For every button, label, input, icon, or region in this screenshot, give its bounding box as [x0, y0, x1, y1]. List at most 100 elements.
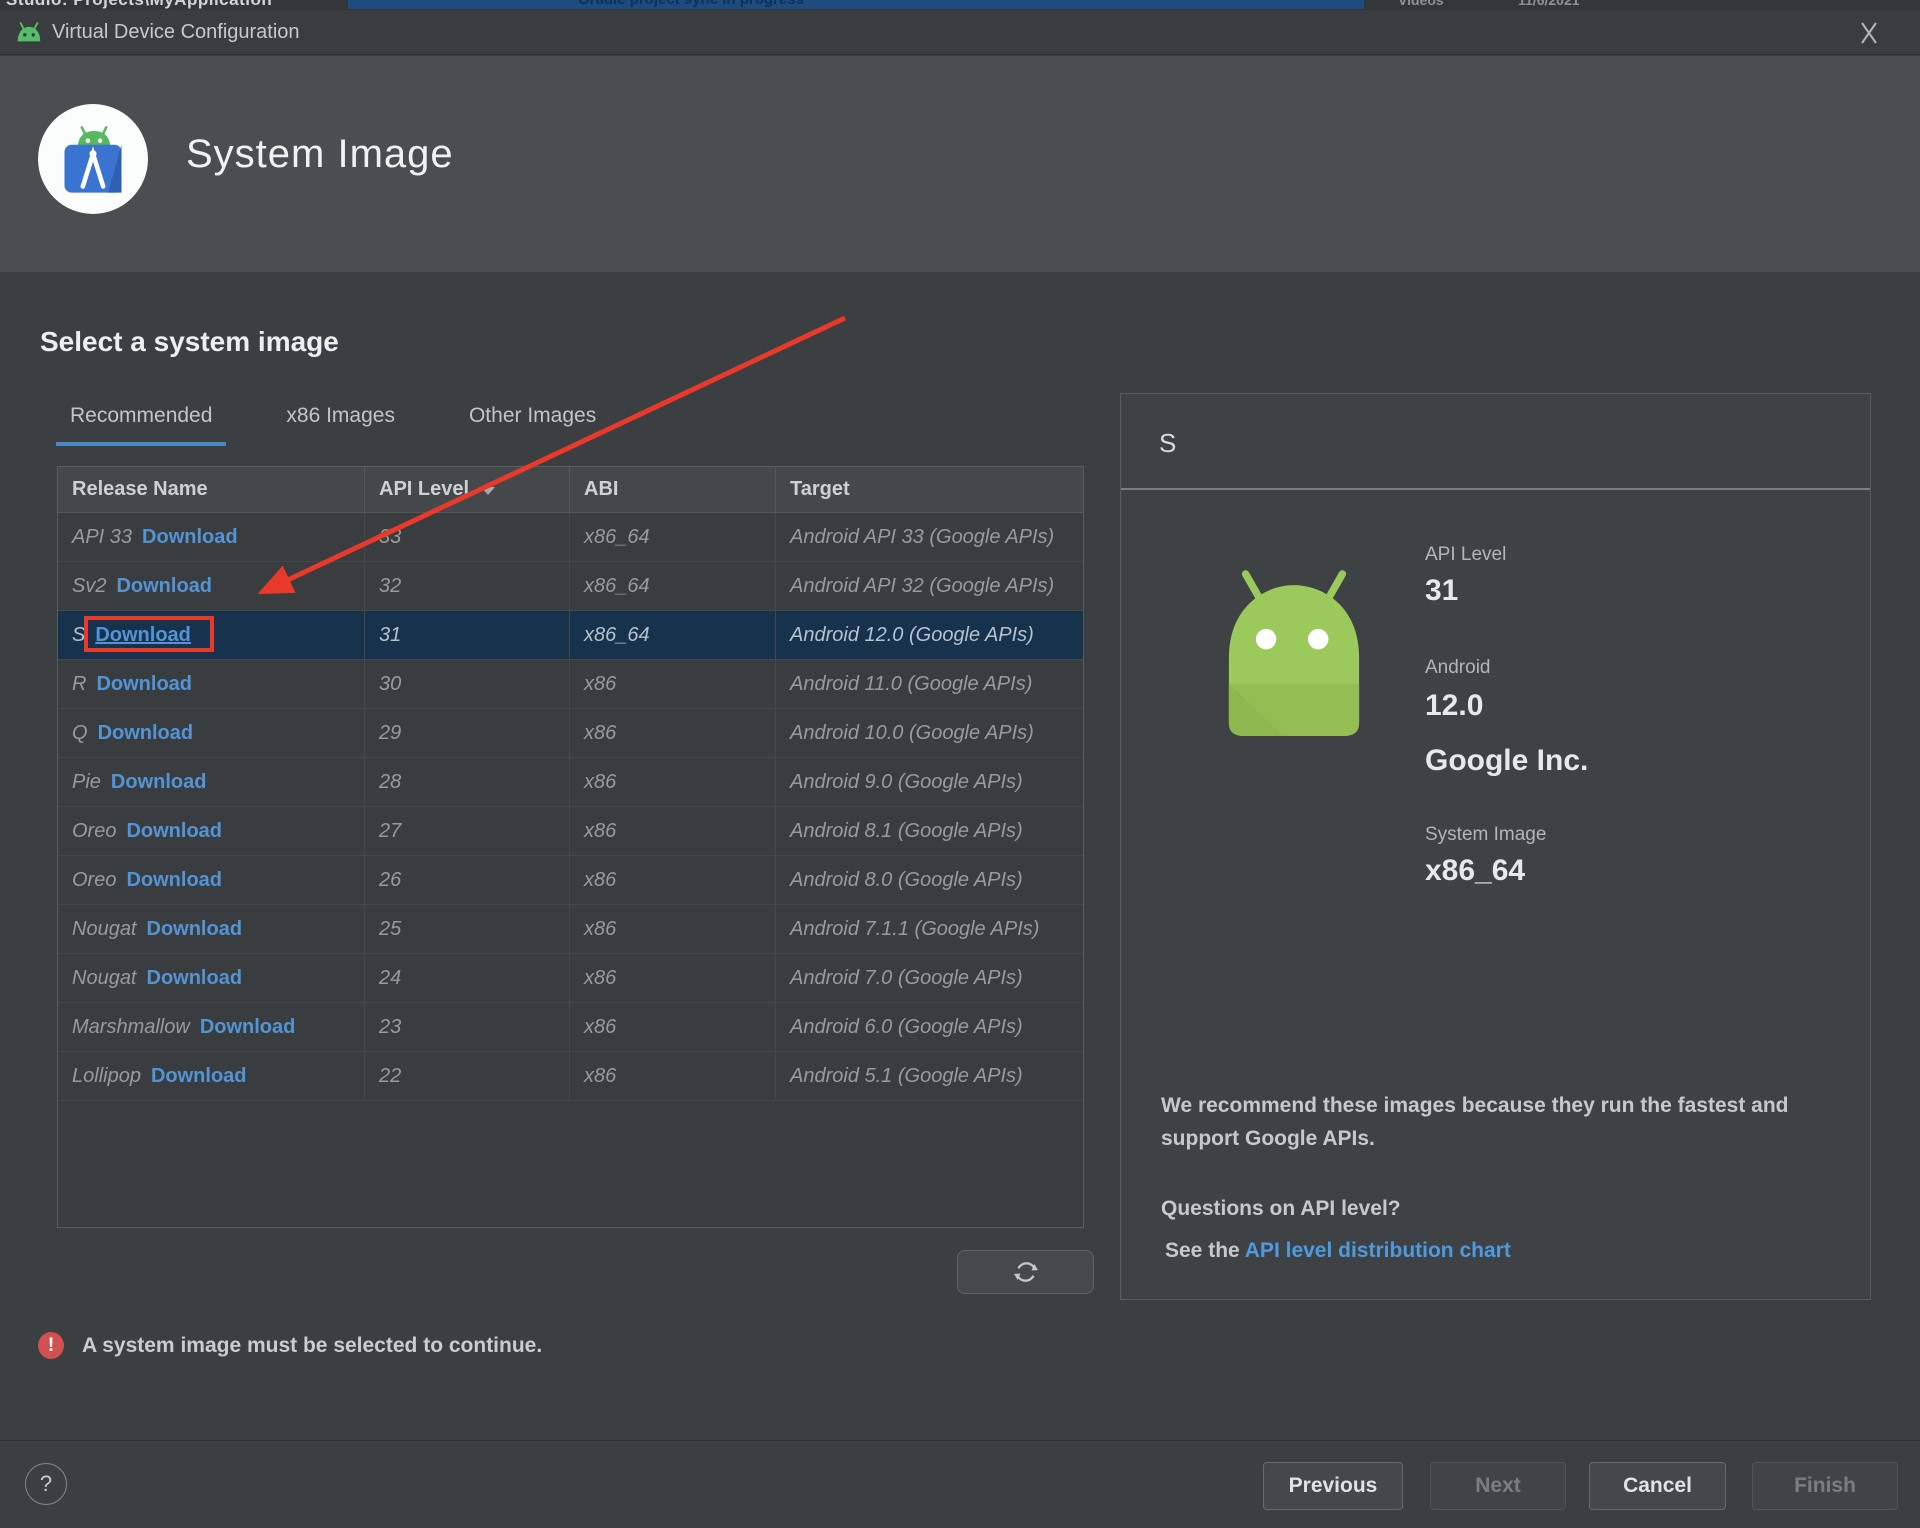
- close-icon[interactable]: [1852, 20, 1886, 46]
- abi-cell: x86: [570, 758, 776, 806]
- wizard-header: System Image: [0, 56, 1920, 272]
- recommendation-text: We recommend these images because they r…: [1161, 1094, 1789, 1150]
- api-level-cell: 26: [365, 856, 570, 904]
- help-button[interactable]: ?: [25, 1463, 67, 1505]
- download-link[interactable]: Download: [116, 575, 212, 597]
- api-distribution-chart-link[interactable]: API level distribution chart: [1245, 1239, 1511, 1262]
- release-name-cell: Sv2 Download: [58, 562, 365, 610]
- download-link[interactable]: Download: [95, 624, 191, 646]
- table-row[interactable]: Pie Download 28 x86 Android 9.0 (Google A…: [58, 758, 1083, 807]
- download-link[interactable]: Download: [200, 1016, 296, 1038]
- api-question-text: Questions on API level?: [1161, 1197, 1401, 1220]
- target-cell: Android 7.1.1 (Google APIs): [790, 918, 1040, 940]
- table-body: API 33 Download 33 x86_64 Android API 33 …: [58, 513, 1083, 1101]
- wizard-step-title: System Image: [186, 132, 454, 176]
- release-name-cell: Nougat Download: [58, 905, 365, 953]
- release-name: R: [72, 673, 87, 695]
- abi-value: x86_64: [1425, 854, 1526, 887]
- release-name: Oreo: [72, 869, 117, 891]
- dialog-title: Virtual Device Configuration: [52, 21, 300, 43]
- target-cell: Android 11.0 (Google APIs): [790, 673, 1033, 695]
- table-row[interactable]: Lollipop Download 22 x86 Android 5.1 (Goo…: [58, 1052, 1083, 1101]
- table-row[interactable]: Nougat Download 25 x86 Android 7.1.1 (Goo…: [58, 905, 1083, 954]
- android-studio-logo: [38, 104, 148, 214]
- refresh-button[interactable]: [957, 1250, 1094, 1294]
- release-name: Q: [72, 722, 88, 744]
- android-icon: [17, 22, 41, 42]
- release-name: Pie: [72, 771, 101, 793]
- abi-cell: x86_64: [570, 513, 776, 561]
- table-row[interactable]: R Download 30 x86 Android 11.0 (Google AP…: [58, 660, 1083, 709]
- table-row[interactable]: Marshmallow Download 23 x86 Android 6.0 (…: [58, 1003, 1083, 1052]
- android-label: Android: [1425, 657, 1491, 678]
- android-robot-image: [1228, 570, 1360, 736]
- release-name: Oreo: [72, 820, 117, 842]
- page-title: Select a system image: [40, 326, 339, 357]
- download-link[interactable]: Download: [111, 771, 207, 793]
- next-button[interactable]: Next: [1430, 1462, 1566, 1510]
- target-cell: Android 5.1 (Google APIs): [790, 1065, 1023, 1087]
- dialog-titlebar: Virtual Device Configuration: [0, 10, 1920, 55]
- api-level-cell: 33: [365, 513, 570, 561]
- target-cell: Android 7.0 (Google APIs): [790, 967, 1023, 989]
- api-level-label: API Level: [1425, 544, 1507, 565]
- error-icon: !: [38, 1332, 64, 1359]
- abi-cell: x86_64: [570, 562, 776, 610]
- target-cell: Android 9.0 (Google APIs): [790, 771, 1023, 793]
- cancel-button[interactable]: Cancel: [1589, 1462, 1726, 1510]
- clipped-text: Videos: [1398, 0, 1444, 8]
- table-row[interactable]: Sv2 Download 32 x86_64 Android API 32 (Go…: [58, 562, 1083, 611]
- release-name-cell: Lollipop Download: [58, 1052, 365, 1100]
- download-link[interactable]: Download: [126, 869, 222, 891]
- release-name-cell: Oreo Download: [58, 807, 365, 855]
- api-level-cell: 27: [365, 807, 570, 855]
- download-link[interactable]: Download: [142, 526, 238, 548]
- android-version-value: 12.0: [1425, 689, 1484, 722]
- release-name: Marshmallow: [72, 1016, 190, 1038]
- target-cell: Android 10.0 (Google APIs): [790, 722, 1034, 744]
- tab-x86-images[interactable]: x86 Images: [272, 402, 409, 446]
- download-link[interactable]: Download: [96, 673, 192, 695]
- api-level-cell: 22: [365, 1052, 570, 1100]
- tab-recommended[interactable]: Recommended: [56, 402, 227, 446]
- tab-other-images[interactable]: Other Images: [455, 402, 610, 446]
- finish-button[interactable]: Finish: [1752, 1462, 1898, 1510]
- table-row[interactable]: Q Download 29 x86 Android 10.0 (Google AP…: [58, 709, 1083, 758]
- table-row[interactable]: S Download 31 x86_64 Android 12.0 (Google…: [58, 611, 1083, 660]
- panel-divider: [1121, 488, 1870, 490]
- release-name: Lollipop: [72, 1065, 141, 1087]
- release-name-cell: Nougat Download: [58, 954, 365, 1002]
- release-name-cell: Q Download: [58, 709, 365, 757]
- abi-cell: x86: [570, 1003, 776, 1051]
- virtual-device-configuration-dialog: Studio: Projects\MyApplication Gradle pr…: [0, 0, 1920, 1528]
- column-api-level[interactable]: API Level: [365, 467, 570, 512]
- target-cell: Android API 32 (Google APIs): [790, 575, 1055, 597]
- error-message: A system image must be selected to conti…: [82, 1333, 543, 1357]
- download-link[interactable]: Download: [98, 722, 194, 744]
- selected-image-detail-panel: S API Level 31 Android 12.0 Google Inc. …: [1120, 393, 1871, 1300]
- refresh-icon: [1013, 1262, 1038, 1282]
- api-level-cell: 28: [365, 758, 570, 806]
- download-link[interactable]: Download: [151, 1065, 247, 1087]
- table-row[interactable]: Oreo Download 27 x86 Android 8.1 (Google …: [58, 807, 1083, 856]
- column-release-name[interactable]: Release Name: [58, 467, 365, 512]
- release-name: API 33: [72, 526, 133, 548]
- table-row[interactable]: Oreo Download 26 x86 Android 8.0 (Google …: [58, 856, 1083, 905]
- download-link[interactable]: Download: [147, 967, 243, 989]
- table-row[interactable]: API 33 Download 33 x86_64 Android API 33 …: [58, 513, 1083, 562]
- target-cell: Android API 33 (Google APIs): [790, 526, 1055, 548]
- download-link[interactable]: Download: [126, 820, 222, 842]
- column-abi[interactable]: ABI: [570, 467, 776, 512]
- abi-cell: x86: [570, 856, 776, 904]
- table-row[interactable]: Nougat Download 24 x86 Android 7.0 (Googl…: [58, 954, 1083, 1003]
- release-name: Nougat: [72, 967, 137, 989]
- release-name-cell: Marshmallow Download: [58, 1003, 365, 1051]
- target-cell: Android 8.0 (Google APIs): [790, 869, 1023, 891]
- abi-cell: x86: [570, 905, 776, 953]
- validation-error: ! A system image must be selected to con…: [38, 1332, 542, 1359]
- column-target[interactable]: Target: [776, 467, 1083, 512]
- target-cell: Android 12.0 (Google APIs): [790, 624, 1034, 646]
- download-link[interactable]: Download: [147, 918, 243, 940]
- previous-button[interactable]: Previous: [1263, 1462, 1403, 1510]
- footer-divider: [0, 1440, 1920, 1441]
